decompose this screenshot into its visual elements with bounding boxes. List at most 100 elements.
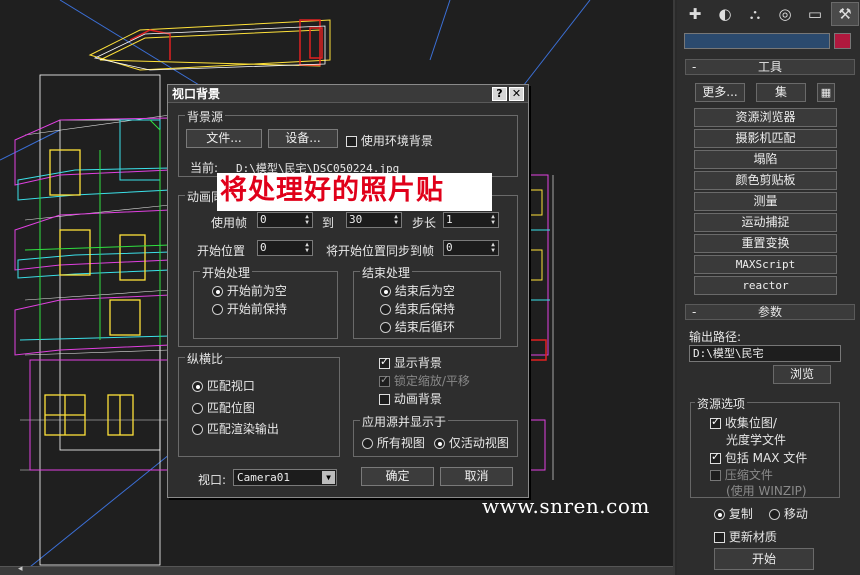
cancel-button[interactable]: 取消 xyxy=(440,467,513,486)
start-proc-radio[interactable] xyxy=(212,286,223,297)
tools-rollout-header[interactable]: - 工具 xyxy=(685,59,855,75)
end-proc-radio[interactable] xyxy=(380,304,391,315)
apply-source-legend: 应用源并显示于 xyxy=(360,413,449,430)
spinner-arrows-icon[interactable]: ▲ ▼ xyxy=(392,214,400,226)
update-materials-row[interactable]: 更新材质 xyxy=(714,528,777,545)
browse-button[interactable]: 浏览 xyxy=(773,365,831,384)
tool-button[interactable]: 摄影机匹配 xyxy=(694,129,837,148)
aspect-option-0[interactable]: 匹配视口 xyxy=(192,377,255,394)
to-label: 到 xyxy=(322,216,335,230)
motion-icon[interactable]: ◎ xyxy=(771,2,799,26)
lock-zoom-pan-checkbox xyxy=(379,373,390,387)
viewport-label: 视口: xyxy=(198,473,227,487)
end-proc-option-1[interactable]: 结束后保持 xyxy=(380,300,455,317)
start-position-spinner[interactable]: 0 ▲ ▼ xyxy=(257,240,313,256)
tools-rollout-title: 工具 xyxy=(757,60,782,74)
configure-sets-icon[interactable]: ▦ xyxy=(817,83,835,102)
aspect-option-2[interactable]: 匹配渲染输出 xyxy=(192,420,279,437)
sync-start-label: 将开始位置同步到帧 xyxy=(326,244,435,258)
spinner-arrows-icon[interactable]: ▲ ▼ xyxy=(303,242,311,254)
apply-label: 仅活动视图 xyxy=(448,436,509,450)
copy-radio[interactable] xyxy=(714,509,725,520)
object-color-swatch[interactable] xyxy=(834,33,851,49)
step-spinner[interactable]: 1 ▲ ▼ xyxy=(443,212,499,228)
spinner-arrows-icon[interactable]: ▲ ▼ xyxy=(489,242,497,254)
chevron-down-icon[interactable]: ▼ xyxy=(322,471,335,484)
copy-option[interactable]: 复制 xyxy=(714,505,753,522)
tool-button[interactable]: 塌陷 xyxy=(694,150,837,169)
aspect-radio[interactable] xyxy=(192,424,203,435)
update-materials-checkbox[interactable] xyxy=(714,532,725,543)
tool-button[interactable]: 颜色剪贴板 xyxy=(694,171,837,190)
animate-background-checkbox[interactable] xyxy=(379,394,390,405)
viewport-background-dialog: 视口背景 ? ✕ 背景源 文件... 设备... 使用环境背景 当前: D:\模… xyxy=(167,84,529,498)
close-icon[interactable]: ✕ xyxy=(509,87,524,101)
animate-background-row[interactable]: 动画背景 xyxy=(379,390,442,407)
file-button[interactable]: 文件... xyxy=(186,129,262,148)
update-materials-label: 更新材质 xyxy=(728,530,777,544)
apply-radio[interactable] xyxy=(362,438,373,449)
sets-button[interactable]: 集 xyxy=(756,83,806,102)
start-proc-radio[interactable] xyxy=(212,304,223,315)
include-max-row[interactable]: 包括 MAX 文件 xyxy=(710,449,807,466)
hierarchy-icon[interactable]: ⛬ xyxy=(741,2,769,26)
tool-button[interactable]: reactor xyxy=(694,276,837,295)
utilities-icon[interactable]: ⚒ xyxy=(831,2,859,26)
arrow-left-icon[interactable]: ◂ xyxy=(18,564,23,574)
include-max-checkbox[interactable] xyxy=(710,450,721,464)
apply-radio[interactable] xyxy=(434,438,445,449)
modify-icon[interactable]: ◐ xyxy=(711,2,739,26)
start-proc-option-0[interactable]: 开始前为空 xyxy=(212,282,287,299)
command-panel-tabs: ✚ ◐ ⛬ ◎ ▭ ⚒ xyxy=(681,2,859,28)
use-env-background-checkbox[interactable] xyxy=(346,136,357,147)
ok-button[interactable]: 确定 xyxy=(361,467,434,486)
params-rollout-header[interactable]: - 参数 xyxy=(685,304,855,320)
end-proc-radio[interactable] xyxy=(380,286,391,297)
end-proc-radio[interactable] xyxy=(380,322,391,333)
start-proc-option-1[interactable]: 开始前保持 xyxy=(212,300,287,317)
sync-start-spinner[interactable]: 0 ▲ ▼ xyxy=(443,240,499,256)
apply-option-1[interactable]: 仅活动视图 xyxy=(434,434,509,451)
start-button[interactable]: 开始 xyxy=(714,548,814,570)
tool-button[interactable]: 重置变换 xyxy=(694,234,837,253)
output-path-field[interactable]: D:\模型\民宅 xyxy=(689,345,841,362)
include-max-label: 包括 MAX 文件 xyxy=(724,451,808,465)
viewport-select[interactable]: Camera01 ▼ xyxy=(233,469,337,486)
end-proc-option-0[interactable]: 结束后为空 xyxy=(380,282,455,299)
current-label: 当前: xyxy=(190,161,219,175)
timeline-strip[interactable]: ◂ xyxy=(0,564,673,575)
tool-button[interactable]: MAXScript xyxy=(694,255,837,274)
display-background-checkbox[interactable] xyxy=(379,355,390,369)
end-proc-option-2[interactable]: 结束后循环 xyxy=(380,318,455,335)
object-name-field[interactable] xyxy=(684,33,830,49)
help-button[interactable]: ? xyxy=(492,87,507,101)
move-option[interactable]: 移动 xyxy=(769,505,808,522)
tool-button[interactable]: 运动捕捉 xyxy=(694,213,837,232)
aspect-option-1[interactable]: 匹配位图 xyxy=(192,399,255,416)
tool-button[interactable]: 资源浏览器 xyxy=(694,108,837,127)
step-value: 1 xyxy=(446,213,453,226)
aspect-label: 匹配位图 xyxy=(206,401,255,415)
compress-checkbox xyxy=(710,470,721,481)
spinner-arrows-icon[interactable]: ▲ ▼ xyxy=(303,214,311,226)
lock-zoom-pan-row: 锁定缩放/平移 xyxy=(379,372,470,389)
tool-button[interactable]: 测量 xyxy=(694,192,837,211)
display-background-row[interactable]: 显示背景 xyxy=(379,354,442,371)
display-icon[interactable]: ▭ xyxy=(801,2,829,26)
dialog-title-bar[interactable]: 视口背景 xyxy=(168,85,528,103)
start-position-label: 开始位置 xyxy=(197,244,246,258)
use-env-background-row[interactable]: 使用环境背景 xyxy=(346,132,433,149)
apply-option-0[interactable]: 所有视图 xyxy=(362,434,425,451)
collect-bitmaps-label: 收集位图/ xyxy=(724,416,777,430)
move-radio[interactable] xyxy=(769,509,780,520)
collect-bitmaps-checkbox[interactable] xyxy=(710,415,721,429)
to-frame-spinner[interactable]: 30 ▲ ▼ xyxy=(346,212,402,228)
spinner-arrows-icon[interactable]: ▲ ▼ xyxy=(489,214,497,226)
aspect-radio[interactable] xyxy=(192,403,203,414)
more-button[interactable]: 更多... xyxy=(695,83,745,102)
create-icon[interactable]: ✚ xyxy=(681,2,709,26)
collect-bitmaps-row[interactable]: 收集位图/ xyxy=(710,414,777,431)
aspect-radio[interactable] xyxy=(192,381,203,392)
use-frame-spinner[interactable]: 0 ▲ ▼ xyxy=(257,212,313,228)
device-button[interactable]: 设备... xyxy=(268,129,338,148)
